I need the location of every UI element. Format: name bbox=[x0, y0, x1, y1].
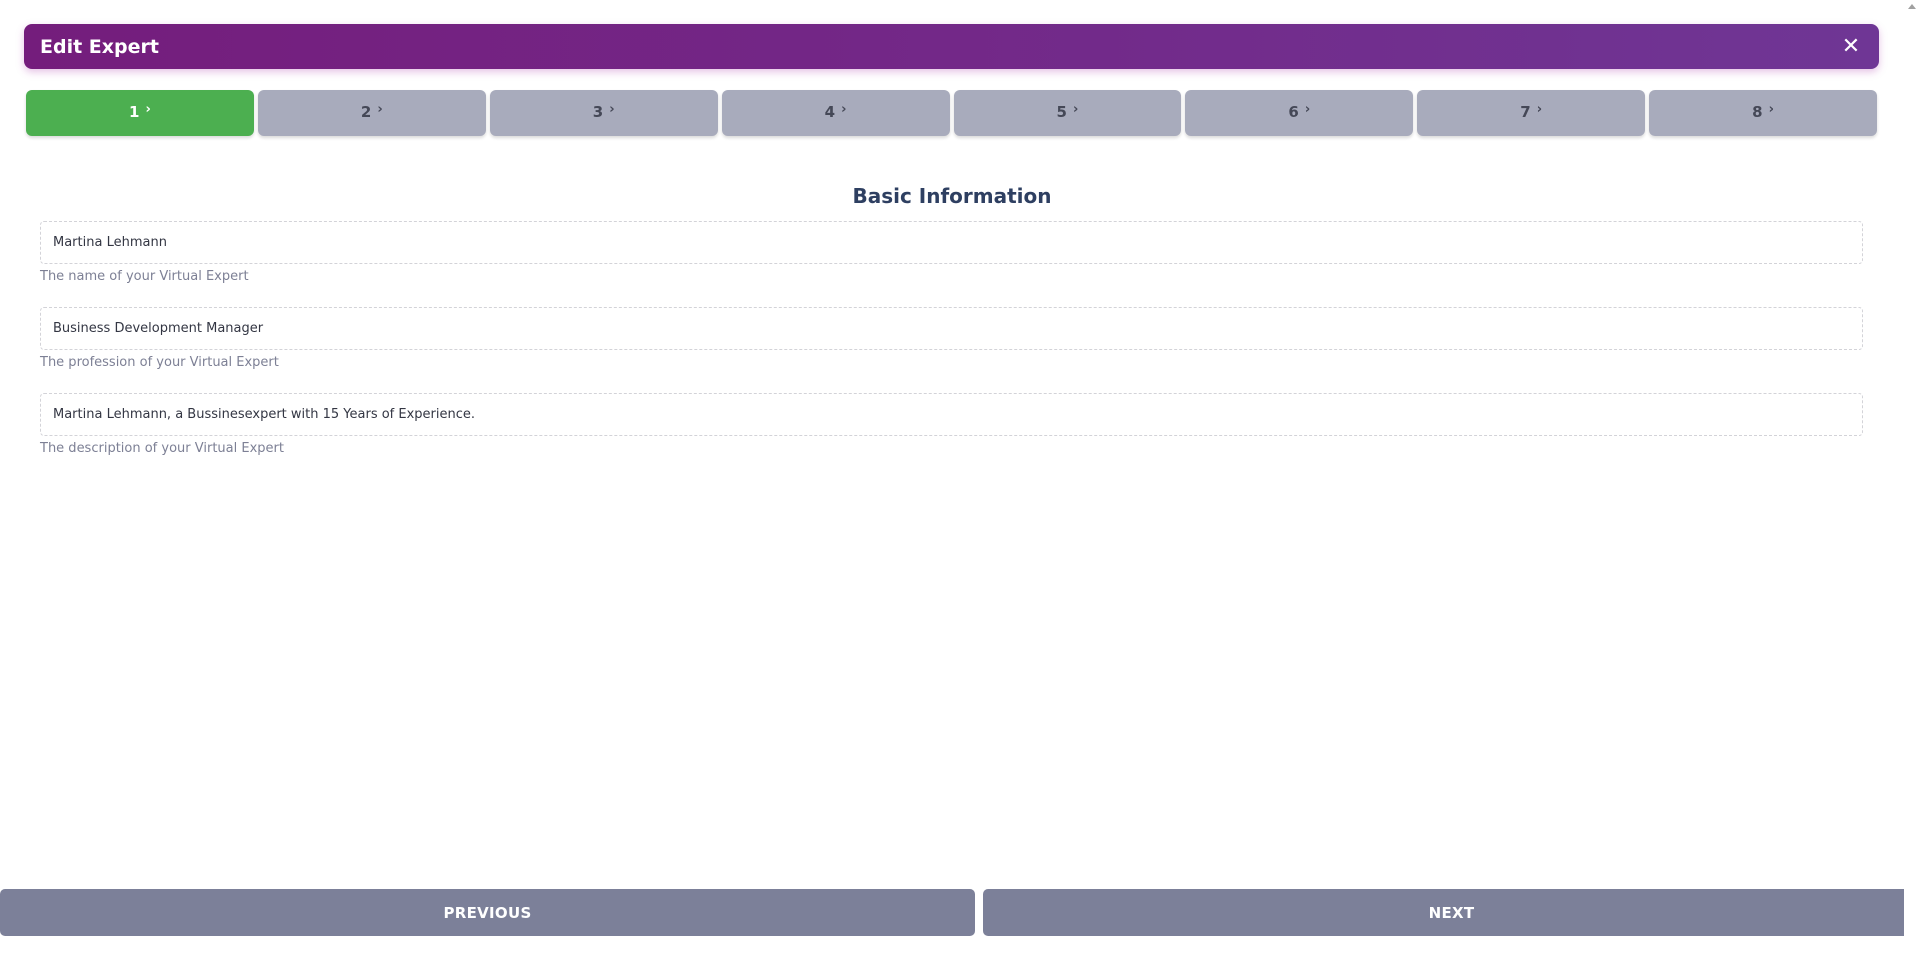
step-tab-3[interactable]: 3 › bbox=[489, 90, 718, 136]
chevron-right-icon: › bbox=[145, 101, 151, 117]
scroll-up-arrow-icon[interactable] bbox=[1908, 4, 1916, 9]
step-tab-1[interactable]: 1 › bbox=[26, 90, 254, 136]
name-field[interactable] bbox=[40, 221, 1863, 264]
chevron-right-icon: › bbox=[1536, 101, 1543, 117]
step-tab-4[interactable]: 4 › bbox=[721, 90, 950, 136]
profession-field[interactable] bbox=[40, 307, 1863, 350]
step-navigation: 1 › 2 › 3 › 4 › 5 › 6 › 7 › 8 › bbox=[26, 90, 1877, 136]
modal-header: Edit Expert ✕ bbox=[24, 24, 1879, 69]
step-label: 8 bbox=[1752, 103, 1763, 121]
chevron-right-icon: › bbox=[609, 101, 615, 117]
step-tab-8[interactable]: 8 › bbox=[1649, 90, 1877, 136]
step-label: 3 bbox=[592, 103, 604, 121]
description-input[interactable] bbox=[53, 407, 1850, 422]
previous-button[interactable]: PREVIOUS bbox=[0, 889, 975, 936]
chevron-right-icon: › bbox=[841, 101, 847, 117]
step-label: 7 bbox=[1520, 103, 1531, 121]
description-helper-text: The description of your Virtual Expert bbox=[40, 441, 284, 456]
close-icon[interactable]: ✕ bbox=[1839, 34, 1863, 59]
chevron-right-icon: › bbox=[377, 101, 383, 117]
profession-helper-text: The profession of your Virtual Expert bbox=[40, 355, 279, 370]
chevron-right-icon: › bbox=[1768, 101, 1774, 117]
name-input[interactable] bbox=[53, 235, 1850, 250]
step-label: 5 bbox=[1056, 103, 1067, 121]
profession-input[interactable] bbox=[53, 321, 1850, 336]
modal-title: Edit Expert bbox=[40, 35, 159, 58]
section-title: Basic Information bbox=[852, 184, 1052, 208]
step-label: 1 bbox=[129, 103, 140, 121]
chevron-right-icon: › bbox=[1072, 101, 1079, 117]
vertical-scrollbar[interactable] bbox=[1904, 0, 1920, 953]
chevron-right-icon: › bbox=[1304, 101, 1311, 117]
footer-navigation: PREVIOUS NEXT bbox=[0, 889, 1920, 936]
step-tab-6[interactable]: 6 › bbox=[1185, 90, 1414, 136]
next-button[interactable]: NEXT bbox=[983, 889, 1920, 936]
description-field[interactable] bbox=[40, 393, 1863, 436]
name-helper-text: The name of your Virtual Expert bbox=[40, 269, 249, 284]
step-tab-5[interactable]: 5 › bbox=[953, 90, 1182, 136]
step-tab-2[interactable]: 2 › bbox=[257, 90, 486, 136]
step-tab-7[interactable]: 7 › bbox=[1417, 90, 1646, 136]
step-label: 2 bbox=[360, 103, 372, 121]
edit-expert-page: Edit Expert ✕ 1 › 2 › 3 › 4 › 5 › 6 › 7 › 8 › Ba… bbox=[0, 0, 1920, 953]
step-label: 4 bbox=[824, 103, 836, 121]
step-label: 6 bbox=[1288, 103, 1299, 121]
